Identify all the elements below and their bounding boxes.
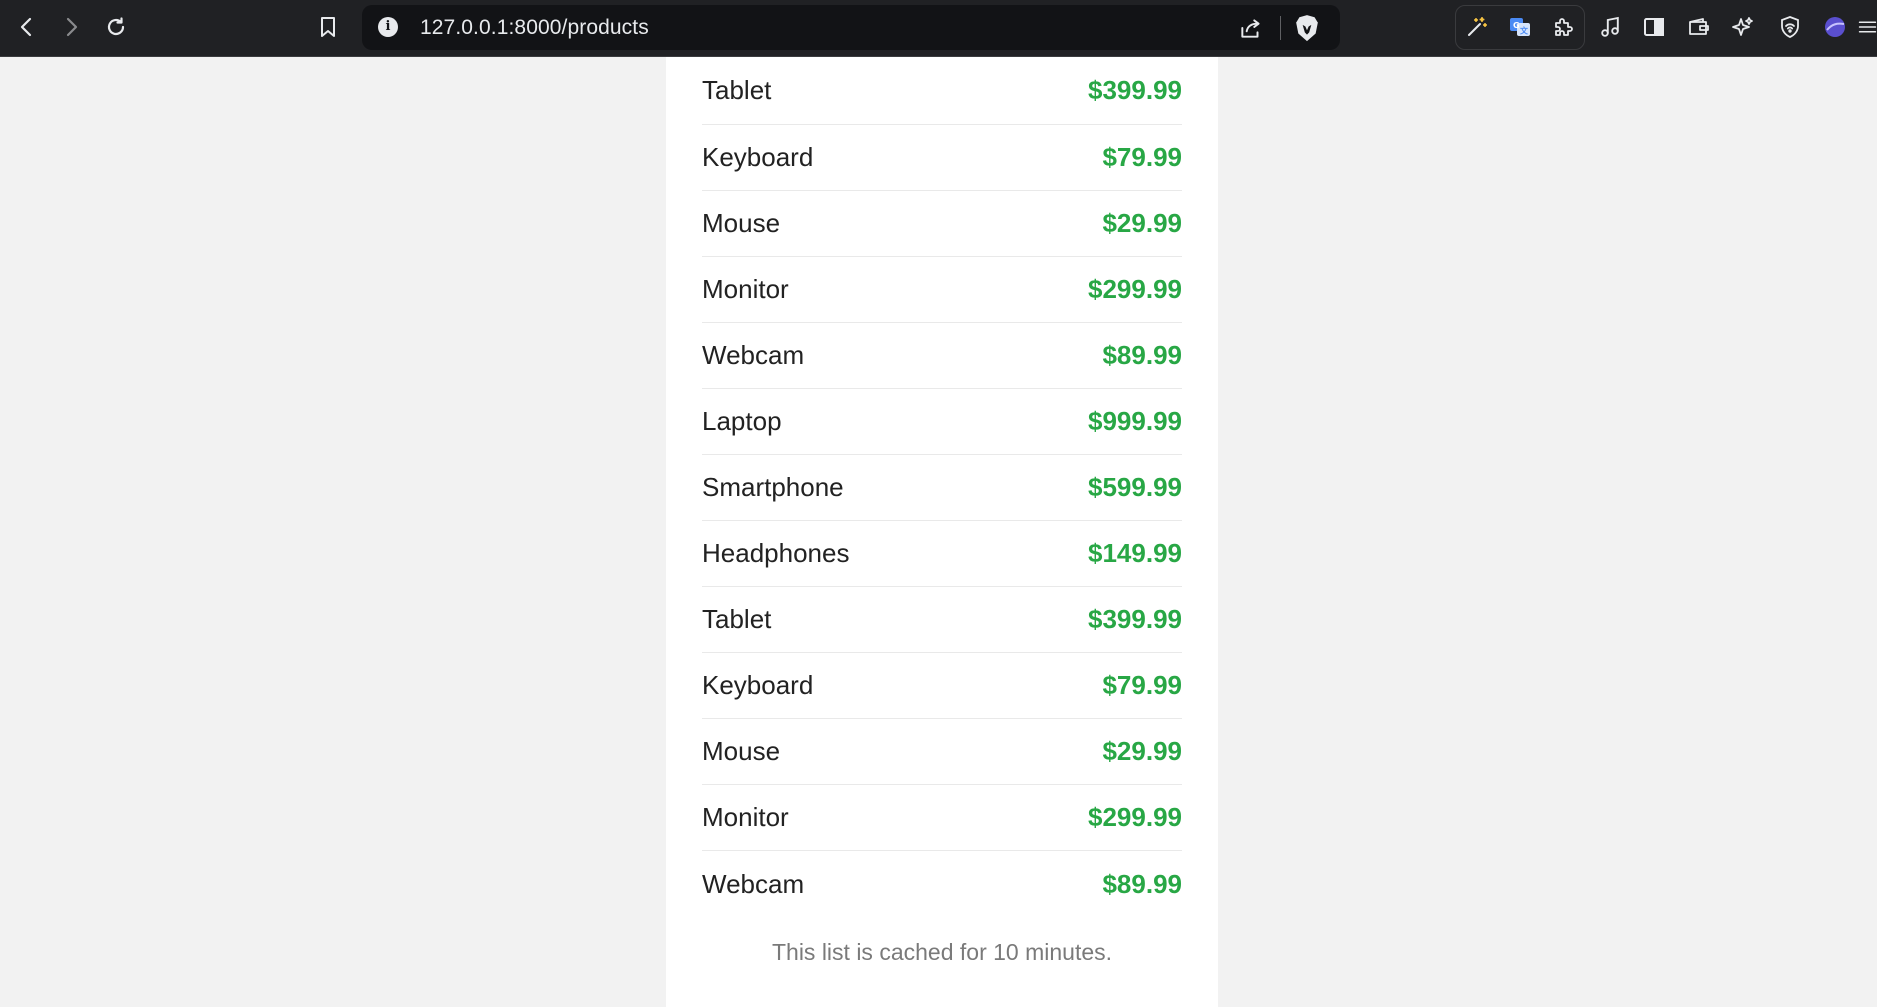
product-price: $599.99 <box>1088 472 1182 502</box>
product-list: Tablet $399.99 Keyboard $79.99 Mouse $29.99 Mo… <box>702 57 1182 917</box>
product-name: Headphones <box>702 538 850 568</box>
address-bar[interactable]: i 127.0.0.1:8000/products <box>362 5 1340 50</box>
wallet-icon[interactable] <box>1682 10 1716 44</box>
product-row: Keyboard $79.99 <box>702 125 1182 191</box>
media-music-icon[interactable] <box>1593 10 1627 44</box>
product-row: Monitor $299.99 <box>702 785 1182 851</box>
product-name: Keyboard <box>702 670 814 700</box>
product-price: $79.99 <box>1102 670 1182 700</box>
magic-wand-icon[interactable] <box>1460 10 1494 44</box>
product-price: $79.99 <box>1102 142 1182 172</box>
product-list-card: Tablet $399.99 Keyboard $79.99 Mouse $29.99 Mo… <box>666 57 1218 1007</box>
bookmark-icon[interactable] <box>311 10 345 44</box>
product-price: $29.99 <box>1102 736 1182 766</box>
product-name: Monitor <box>702 802 789 832</box>
product-name: Smartphone <box>702 472 844 502</box>
product-name: Tablet <box>702 604 772 634</box>
product-row: Mouse $29.99 <box>702 719 1182 785</box>
product-name: Mouse <box>702 736 781 766</box>
svg-text:文: 文 <box>1520 26 1529 36</box>
product-price: $399.99 <box>1088 604 1182 634</box>
omnibox-divider <box>1280 16 1281 40</box>
product-row: Tablet $399.99 <box>702 587 1182 653</box>
site-info-icon[interactable]: i <box>378 17 398 37</box>
svg-text:G: G <box>1513 21 1520 30</box>
product-row: Laptop $999.99 <box>702 389 1182 455</box>
product-price: $149.99 <box>1088 538 1182 568</box>
product-row: Headphones $149.99 <box>702 521 1182 587</box>
reload-icon[interactable] <box>99 10 133 44</box>
browser-toolbar: i 127.0.0.1:8000/products G文 <box>0 0 1877 57</box>
product-row: Keyboard $79.99 <box>702 653 1182 719</box>
product-name: Tablet <box>702 75 772 105</box>
forward-arrow-icon[interactable] <box>54 10 88 44</box>
product-row: Mouse $29.99 <box>702 191 1182 257</box>
cache-note: This list is cached for 10 minutes. <box>771 939 1113 965</box>
address-url[interactable]: 127.0.0.1:8000/products <box>420 5 649 50</box>
profile-avatar-icon[interactable] <box>1818 10 1852 44</box>
extensions-puzzle-icon[interactable] <box>1546 10 1580 44</box>
vpn-shield-icon[interactable] <box>1773 10 1807 44</box>
product-row: Webcam $89.99 <box>702 851 1182 917</box>
product-price: $399.99 <box>1088 75 1182 105</box>
leo-ai-icon[interactable] <box>1726 10 1760 44</box>
back-arrow-icon[interactable] <box>10 10 44 44</box>
translate-icon[interactable]: G文 <box>1503 10 1537 44</box>
product-price: $999.99 <box>1088 406 1182 436</box>
product-name: Monitor <box>702 274 789 304</box>
product-name: Webcam <box>702 868 805 899</box>
product-row: Monitor $299.99 <box>702 257 1182 323</box>
product-name: Webcam <box>702 340 805 370</box>
share-icon[interactable] <box>1238 15 1264 41</box>
product-price: $299.99 <box>1088 802 1182 832</box>
product-name: Mouse <box>702 208 781 238</box>
brave-shields-icon[interactable] <box>1294 14 1320 42</box>
product-row: Smartphone $599.99 <box>702 455 1182 521</box>
product-row: Webcam $89.99 <box>702 323 1182 389</box>
sidebar-toggle-icon[interactable] <box>1637 10 1671 44</box>
product-name: Keyboard <box>702 142 814 172</box>
menu-icon[interactable] <box>1858 10 1877 44</box>
product-price: $299.99 <box>1088 274 1182 304</box>
product-row: Tablet $399.99 <box>702 57 1182 125</box>
product-price: $29.99 <box>1102 208 1182 238</box>
product-price: $89.99 <box>1102 868 1182 899</box>
product-name: Laptop <box>702 406 782 436</box>
product-price: $89.99 <box>1102 340 1182 370</box>
